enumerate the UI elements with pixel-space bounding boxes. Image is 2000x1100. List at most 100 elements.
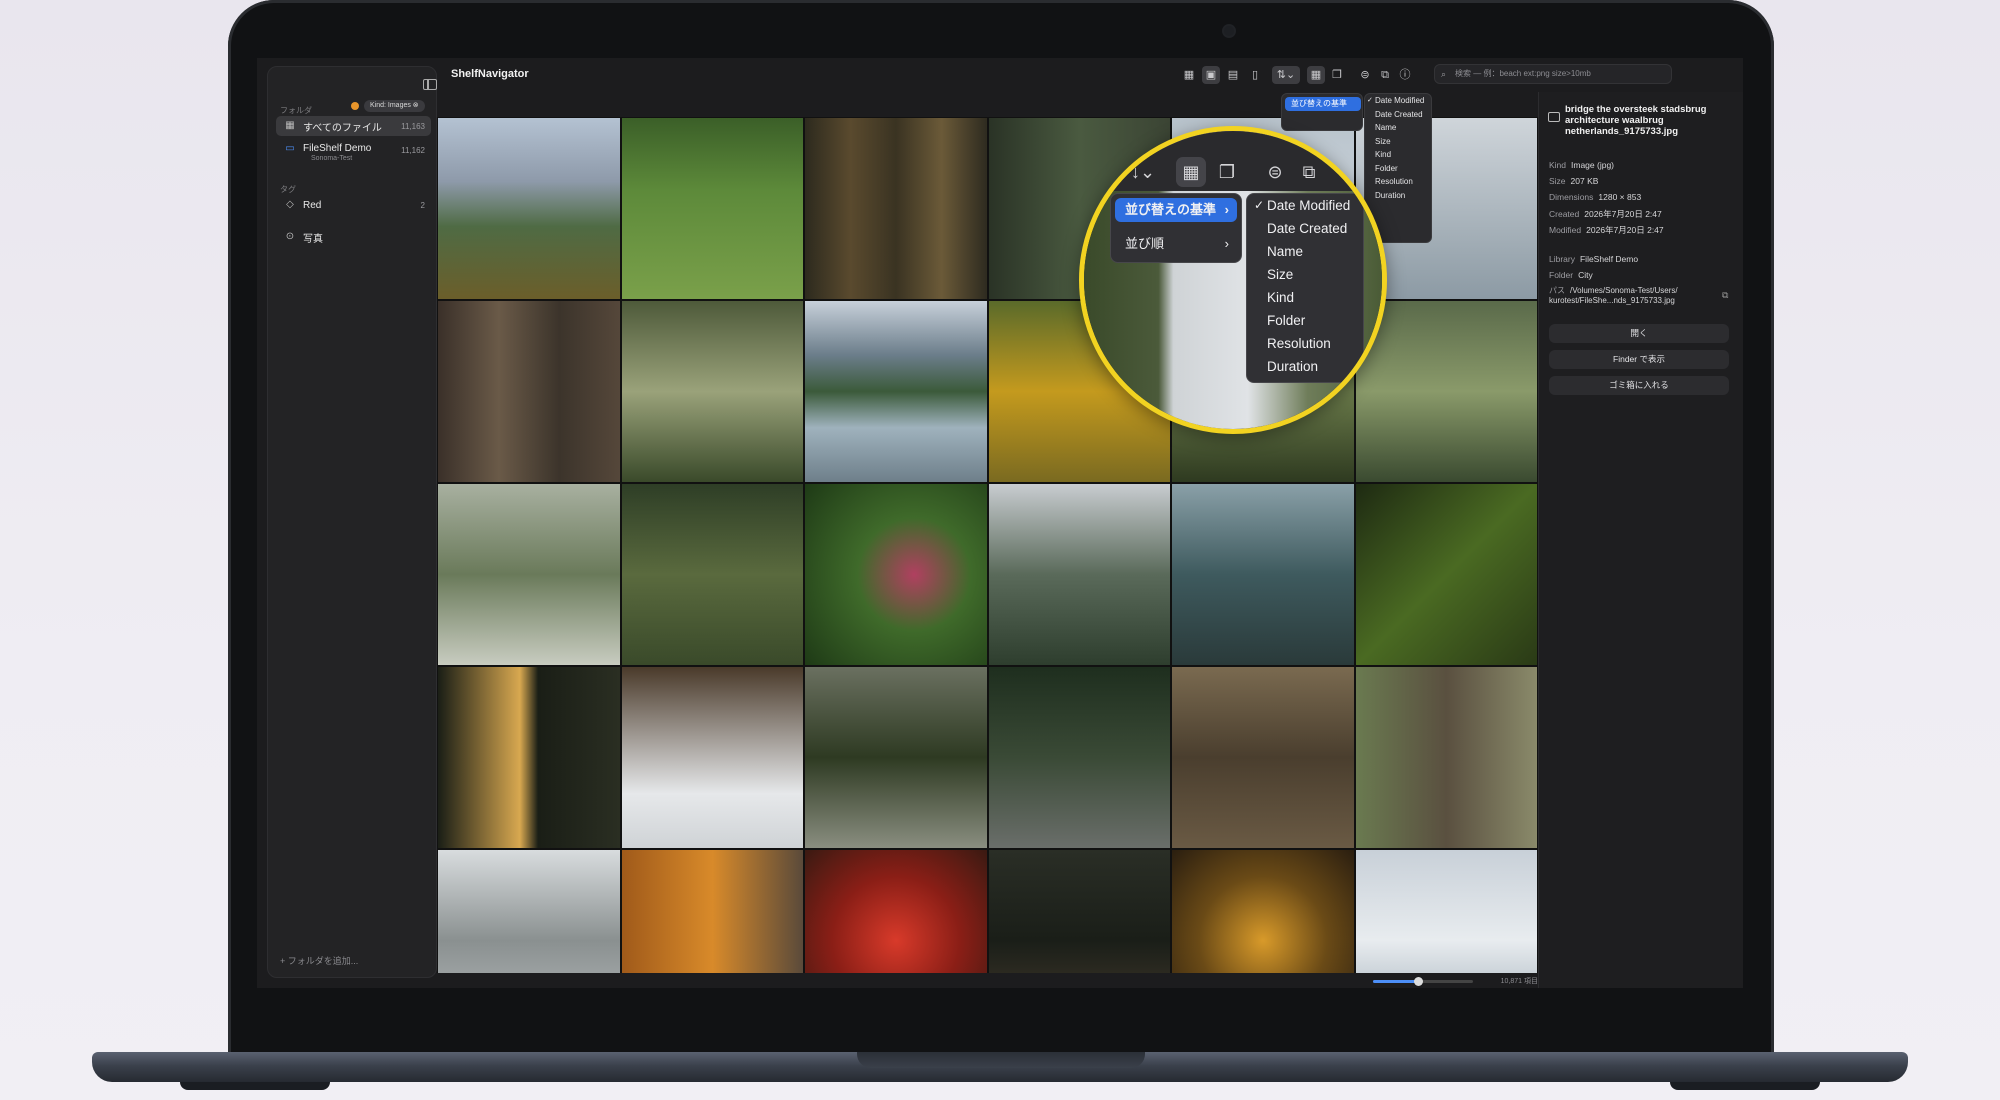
camera: [1224, 26, 1234, 36]
image-thumbnail[interactable]: [1354, 849, 1538, 973]
magnified-sort-option[interactable]: Kind: [1247, 286, 1363, 309]
sort-menu: 並び替えの基準: [1281, 93, 1363, 131]
image-thumbnail[interactable]: [1171, 666, 1355, 849]
image-thumbnail[interactable]: [437, 849, 621, 973]
photo-tag-icon: ⊙: [285, 231, 295, 242]
image-thumbnail[interactable]: [1354, 300, 1538, 483]
inspector-dimensions: Dimensions 1280 × 853: [1549, 192, 1641, 202]
sidebar-item-sublabel: Sonoma-Test: [311, 155, 353, 162]
magnified-sort-option[interactable]: Size: [1247, 263, 1363, 286]
search-icon: ⌕: [1441, 69, 1447, 79]
magnified-gallery-icon: ❐: [1218, 162, 1236, 182]
document-filter-icon[interactable]: ▯: [1246, 66, 1264, 84]
image-thumbnail[interactable]: [987, 666, 1171, 849]
add-folder-button[interactable]: + フォルダを追加...: [280, 954, 358, 967]
inspector-key: Dimensions: [1549, 192, 1594, 202]
sort-button[interactable]: ⇅⌄: [1272, 66, 1300, 84]
zoom-slider[interactable]: [1373, 977, 1473, 986]
image-thumbnail[interactable]: [437, 300, 621, 483]
image-thumbnail[interactable]: [804, 849, 988, 973]
image-thumbnail[interactable]: [620, 483, 804, 666]
sidebar-item-all-files[interactable]: ▦ すべてのファイル 11,163: [276, 116, 431, 136]
image-thumbnail[interactable]: [1171, 483, 1355, 666]
copy-icon[interactable]: ⧉: [1376, 66, 1394, 84]
inspector-key: Library: [1549, 254, 1575, 264]
chevron-right-icon: ›: [1224, 236, 1229, 251]
image-thumbnail[interactable]: [804, 666, 988, 849]
inspector-panel: bridge the oversteek stadsbrug architect…: [1538, 92, 1743, 988]
image-thumbnail[interactable]: [987, 849, 1171, 973]
sidebar-tag-photos[interactable]: ⊙ 写真: [276, 227, 431, 247]
show-in-finder-button[interactable]: Finder で表示: [1549, 350, 1729, 369]
image-thumbnail[interactable]: [620, 666, 804, 849]
copy-path-icon[interactable]: ⧉: [1722, 290, 1728, 301]
inspector-value: City: [1578, 270, 1593, 280]
view-all-icon[interactable]: ▦: [1180, 66, 1198, 84]
magnified-sort-option[interactable]: Date Created: [1247, 217, 1363, 240]
inspector-folder: Folder City: [1549, 270, 1593, 280]
sidebar-tag-count: 2: [420, 200, 425, 210]
magnified-sort-option[interactable]: Date Modified: [1247, 194, 1363, 217]
images-filter-icon[interactable]: ▣: [1202, 66, 1220, 84]
search-input[interactable]: ⌕ 検索 — 例：beach ext:png size>10mb: [1434, 64, 1672, 84]
sidebar-item-label: FileShelf Demo: [303, 143, 372, 154]
video-filter-icon[interactable]: ▤: [1224, 66, 1242, 84]
magnified-sort-option[interactable]: Folder: [1247, 309, 1363, 332]
info-icon[interactable]: ⓘ: [1396, 66, 1414, 84]
sidebar-item-label: すべてのファイル: [303, 122, 382, 134]
inspector-size: Size 207 KB: [1549, 176, 1598, 186]
zoom-slider-knob[interactable]: [1414, 977, 1423, 986]
open-button[interactable]: 開く: [1549, 324, 1729, 343]
sidebar-item-fileshelf-demo[interactable]: ▭ FileShelf Demo Sonoma-Test 11,162: [276, 140, 431, 166]
image-thumbnail[interactable]: [1354, 483, 1538, 666]
grid-view-icon[interactable]: ▦: [1307, 66, 1325, 84]
finder-button-label: Finder で表示: [1613, 354, 1665, 364]
image-thumbnail[interactable]: [620, 117, 804, 300]
magnifier-callout: ↓⌄ ▦ ❐ ⊜ ⧉ 並び替えの基準 › 並び順 › Date ModifiedDa…: [1079, 126, 1387, 434]
inspector-key: Size: [1549, 176, 1566, 186]
image-thumbnail[interactable]: [804, 300, 988, 483]
search-placeholder: 検索 — 例：beach ext:png size>10mb: [1455, 69, 1591, 78]
gallery-view-icon[interactable]: ❐: [1328, 66, 1346, 84]
magnified-sort-option[interactable]: Resolution: [1247, 332, 1363, 355]
inspector-key: Kind: [1549, 160, 1567, 170]
drive-icon: ▭: [285, 143, 295, 154]
inspector-file-name: bridge the oversteek stadsbrug architect…: [1565, 104, 1707, 137]
magnified-sort-submenu: Date ModifiedDate CreatedNameSizeKindFol…: [1246, 193, 1364, 383]
move-to-trash-button[interactable]: ゴミ箱に入れる: [1549, 376, 1729, 395]
inspector-value: FileShelf Demo: [1579, 254, 1639, 264]
magnified-order-item[interactable]: 並び順 ›: [1115, 232, 1237, 256]
image-thumbnail[interactable]: [804, 117, 988, 300]
image-thumbnail[interactable]: [620, 300, 804, 483]
magnified-sort-menu: 並び替えの基準 › 並び順 ›: [1110, 193, 1242, 263]
inspector-key: Modified: [1549, 225, 1582, 235]
magnified-sort-option[interactable]: Duration: [1247, 355, 1363, 378]
sidebar-tag-label: Red: [303, 199, 322, 211]
trash-button-label: ゴミ箱に入れる: [1609, 380, 1669, 390]
inspector-modified: Modified 2026年7月20日 2:47: [1549, 224, 1664, 236]
inspector-key: Folder: [1549, 270, 1574, 280]
image-thumbnail[interactable]: [437, 117, 621, 300]
sort-by-menu-item[interactable]: 並び替えの基準: [1285, 97, 1361, 111]
image-thumbnail[interactable]: [620, 849, 804, 973]
image-thumbnail[interactable]: [437, 666, 621, 849]
sidebar-tag-red[interactable]: ◇ Red 2: [276, 195, 431, 215]
sidebar-toggle-icon[interactable]: [423, 79, 437, 90]
image-thumbnail[interactable]: [437, 483, 621, 666]
image-thumbnail[interactable]: [1354, 666, 1538, 849]
filter-chip-kind[interactable]: Kind: Images ⊗: [364, 100, 425, 112]
sort-option[interactable]: Date Modified: [1365, 94, 1431, 108]
sidebar: フォルダ ▦ すべてのファイル 11,163 ▭ FileShelf Demo …: [267, 66, 437, 978]
inspector-value: 207 KB: [1570, 176, 1599, 186]
laptop-foot-left: [180, 1082, 330, 1090]
magnified-sort-by-item[interactable]: 並び替えの基準 ›: [1115, 198, 1237, 222]
magnified-sort-option[interactable]: Name: [1247, 240, 1363, 263]
laptop-notch: [857, 1052, 1145, 1068]
image-thumbnail[interactable]: [987, 483, 1171, 666]
sort-option[interactable]: Date Created: [1365, 108, 1431, 122]
filter-icon[interactable]: ⊜: [1356, 66, 1374, 84]
filter-status-dot: [351, 102, 359, 110]
image-thumbnail[interactable]: [1171, 849, 1355, 973]
sidebar-item-count: 11,163: [401, 121, 425, 131]
image-thumbnail[interactable]: [804, 483, 988, 666]
